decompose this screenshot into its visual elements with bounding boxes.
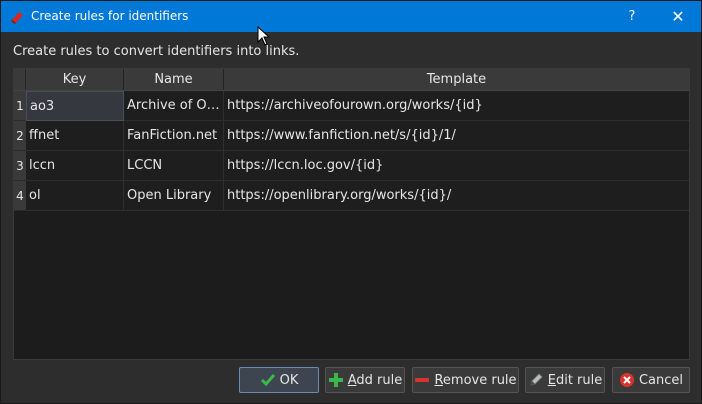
table-row[interactable]: 4 ol Open Library https://openlibrary.or… bbox=[14, 181, 689, 211]
mouse-cursor-icon bbox=[257, 25, 271, 46]
minus-icon bbox=[414, 372, 430, 388]
cell-key[interactable]: ao3 bbox=[26, 91, 124, 121]
row-number[interactable]: 1 bbox=[14, 91, 26, 121]
cancel-x-icon bbox=[619, 372, 635, 388]
table-corner[interactable] bbox=[14, 69, 26, 90]
column-header-template[interactable]: Template bbox=[224, 69, 689, 90]
close-button[interactable]: ✕ bbox=[655, 1, 701, 32]
cell-name[interactable]: Archive of O… bbox=[124, 91, 224, 121]
cell-name[interactable]: FanFiction.net bbox=[124, 121, 224, 151]
checkmark-icon bbox=[260, 372, 276, 388]
row-number[interactable]: 3 bbox=[14, 151, 26, 181]
plus-icon bbox=[328, 372, 344, 388]
row-number[interactable]: 2 bbox=[14, 121, 26, 151]
remove-rule-label: Remove rule bbox=[434, 372, 517, 388]
add-rule-button[interactable]: Add rule bbox=[325, 367, 405, 393]
ok-button[interactable]: OK bbox=[239, 367, 319, 393]
red-book-icon bbox=[10, 9, 26, 25]
row-number[interactable]: 4 bbox=[14, 181, 26, 211]
cell-key[interactable]: ffnet bbox=[26, 121, 124, 151]
cancel-button-label: Cancel bbox=[638, 372, 684, 388]
cell-template[interactable]: https://lccn.loc.gov/{id} bbox=[224, 151, 689, 181]
title-bar[interactable]: Create rules for identifiers ? ✕ bbox=[1, 1, 701, 32]
edit-rule-button[interactable]: Edit rule bbox=[525, 367, 605, 393]
table-row[interactable]: 3 lccn LCCN https://lccn.loc.gov/{id} bbox=[14, 151, 689, 181]
cell-name[interactable]: Open Library bbox=[124, 181, 224, 211]
cell-key[interactable]: lccn bbox=[26, 151, 124, 181]
help-button[interactable]: ? bbox=[609, 1, 655, 32]
table-header: Key Name Template bbox=[14, 69, 689, 91]
cell-template[interactable]: https://openlibrary.org/works/{id}/ bbox=[224, 181, 689, 211]
ok-button-label: OK bbox=[279, 372, 299, 388]
cell-key[interactable]: ol bbox=[26, 181, 124, 211]
remove-rule-button[interactable]: Remove rule bbox=[412, 367, 519, 393]
rules-table: Key Name Template 1 ao3 Archive of O… ht… bbox=[13, 68, 690, 360]
edit-rule-label: Edit rule bbox=[547, 372, 603, 388]
window-title: Create rules for identifiers bbox=[31, 9, 189, 23]
instructions-text: Create rules to convert identifiers into… bbox=[13, 44, 300, 59]
table-row[interactable]: 1 ao3 Archive of O… https://archiveofour… bbox=[14, 91, 689, 121]
column-header-key[interactable]: Key bbox=[26, 69, 124, 90]
cancel-button[interactable]: Cancel bbox=[612, 367, 690, 393]
add-rule-label: Add rule bbox=[347, 372, 403, 388]
table-row[interactable]: 2 ffnet FanFiction.net https://www.fanfi… bbox=[14, 121, 689, 151]
pencil-icon bbox=[528, 372, 544, 388]
cell-template[interactable]: https://www.fanfiction.net/s/{id}/1/ bbox=[224, 121, 689, 151]
dialog-window: Create rules for identifiers ? ✕ Create … bbox=[0, 0, 702, 404]
column-header-name[interactable]: Name bbox=[124, 69, 224, 90]
cell-template[interactable]: https://archiveofourown.org/works/{id} bbox=[224, 91, 689, 121]
cell-name[interactable]: LCCN bbox=[124, 151, 224, 181]
